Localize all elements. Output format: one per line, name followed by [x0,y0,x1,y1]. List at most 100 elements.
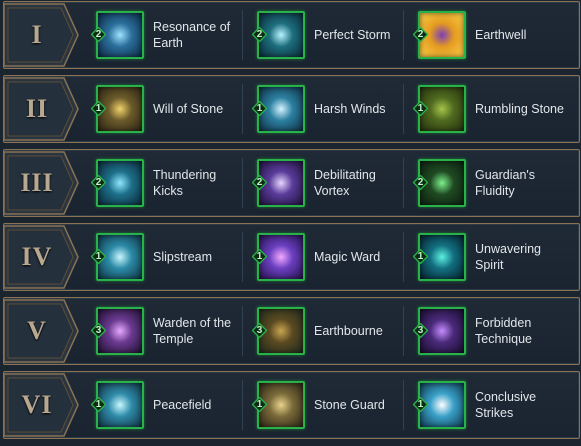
tier-badge: IV [4,224,82,290]
talent-name: Harsh Winds [314,102,386,116]
talent-name: Forbidden Technique [475,316,532,346]
talent-perfect-storm[interactable]: 2 Perfect Storm [252,6,406,64]
rank-badge: 3 [413,323,428,338]
peacefield-icon[interactable]: 1 [91,381,144,429]
rank-badge: 1 [413,397,428,412]
talent-resonance-of-earth[interactable]: 2 Resonance of Earth [91,6,245,64]
tier-numeral: I [31,20,43,49]
rank-number: 1 [95,251,102,262]
harsh-winds-icon[interactable]: 1 [252,85,305,133]
tier-row-1: I 2 Resonance of Earth 2 Perfect Storm 2 Earth… [3,1,580,69]
talent-name: Earthwell [475,28,527,42]
talent-name: Warden of the Temple [153,316,232,346]
talent-earthbourne[interactable]: 3 Earthbourne [252,302,406,360]
will-of-stone-icon[interactable]: 1 [91,85,144,133]
slipstream-icon[interactable]: 1 [91,233,144,281]
rank-number: 1 [417,399,424,410]
rank-number: 2 [95,177,102,188]
rank-badge: 2 [413,175,428,190]
earthwell-icon[interactable]: 2 [413,11,466,59]
tier-row-6: VI 1 Peacefield 1 Stone Guard 1 Conclusive Str… [3,371,580,439]
unwavering-spirit-icon[interactable]: 1 [413,233,466,281]
talent-conclusive-strikes[interactable]: 1 Conclusive Strikes [413,376,567,434]
rank-number: 1 [95,103,102,114]
talent-name: Resonance of Earth [153,20,231,50]
rank-badge: 2 [91,175,106,190]
rank-number: 2 [417,29,424,40]
tier-numeral: IV [21,242,53,271]
talent-name: Unwavering Spirit [475,242,542,272]
tier-numeral: V [27,316,47,345]
guardians-fluidity-icon[interactable]: 2 [413,159,466,207]
resonance-of-earth-icon[interactable]: 2 [91,11,144,59]
talent-name: Earthbourne [314,324,383,338]
talent-warden-of-the-temple[interactable]: 3 Warden of the Temple [91,302,245,360]
talent-name: Conclusive Strikes [475,390,537,420]
talent-forbidden-technique[interactable]: 3 Forbidden Technique [413,302,567,360]
perfect-storm-icon[interactable]: 2 [252,11,305,59]
tier-row-2: II 1 Will of Stone 1 Harsh Winds 1 Rumbling St… [3,75,580,143]
talent-name: Guardian's Fluidity [475,168,536,198]
earthbourne-icon[interactable]: 3 [252,307,305,355]
rank-badge: 1 [252,397,267,412]
tier-badge: III [4,150,82,216]
talent-name: Thundering Kicks [153,168,217,198]
talent-name: Perfect Storm [314,28,391,42]
forbidden-technique-icon[interactable]: 3 [413,307,466,355]
stone-guard-icon[interactable]: 1 [252,381,305,429]
rumbling-stone-icon[interactable]: 1 [413,85,466,133]
talent-harsh-winds[interactable]: 1 Harsh Winds [252,80,406,138]
rank-number: 2 [256,29,263,40]
talent-unwavering-spirit[interactable]: 1 Unwavering Spirit [413,228,567,286]
tier-badge: I [4,2,82,68]
talent-thundering-kicks[interactable]: 2 Thundering Kicks [91,154,245,212]
rank-number: 2 [417,177,424,188]
rank-number: 1 [256,103,263,114]
tier-numeral: III [20,168,54,197]
talent-will-of-stone[interactable]: 1 Will of Stone [91,80,245,138]
talent-tree-panel: I 2 Resonance of Earth 2 Perfect Storm 2 Earth… [0,0,581,446]
rank-badge: 3 [252,323,267,338]
rank-number: 3 [256,325,263,336]
rank-badge: 2 [91,27,106,42]
talent-name: Stone Guard [314,398,385,412]
talent-name: Rumbling Stone [475,102,564,116]
rank-badge: 1 [413,101,428,116]
debilitating-vortex-icon[interactable]: 2 [252,159,305,207]
talent-name: Debilitating Vortex [314,168,376,198]
talent-magic-ward[interactable]: 1 Magic Ward [252,228,406,286]
rank-badge: 1 [252,249,267,264]
talent-name: Slipstream [153,250,213,264]
rank-badge: 1 [252,101,267,116]
rank-number: 2 [95,29,102,40]
talent-stone-guard[interactable]: 1 Stone Guard [252,376,406,434]
thundering-kicks-icon[interactable]: 2 [91,159,144,207]
talent-earthwell[interactable]: 2 Earthwell [413,6,567,64]
tier-numeral: VI [21,390,53,419]
talent-guardians-fluidity[interactable]: 2 Guardian's Fluidity [413,154,567,212]
rank-number: 3 [417,325,424,336]
talent-name: Magic Ward [314,250,381,264]
rank-badge: 2 [413,27,428,42]
tier-numeral: II [25,94,49,123]
talent-peacefield[interactable]: 1 Peacefield [91,376,245,434]
talent-debilitating-vortex[interactable]: 2 Debilitating Vortex [252,154,406,212]
conclusive-strikes-icon[interactable]: 1 [413,381,466,429]
talent-name: Peacefield [153,398,212,412]
rank-badge: 2 [252,27,267,42]
magic-ward-icon[interactable]: 1 [252,233,305,281]
tier-row-5: V 3 Warden of the Temple 3 Earthbourne 3 Forbi… [3,297,580,365]
tier-row-3: III 2 Thundering Kicks 2 Debilitating Vortex… [3,149,580,217]
rank-number: 1 [256,251,263,262]
rank-badge: 3 [91,323,106,338]
warden-of-the-temple-icon[interactable]: 3 [91,307,144,355]
rank-badge: 1 [413,249,428,264]
rank-badge: 1 [91,101,106,116]
rank-badge: 2 [252,175,267,190]
talent-slipstream[interactable]: 1 Slipstream [91,228,245,286]
rank-badge: 1 [91,397,106,412]
rank-number: 1 [95,399,102,410]
talent-rumbling-stone[interactable]: 1 Rumbling Stone [413,80,567,138]
rank-badge: 1 [91,249,106,264]
rank-number: 1 [417,251,424,262]
